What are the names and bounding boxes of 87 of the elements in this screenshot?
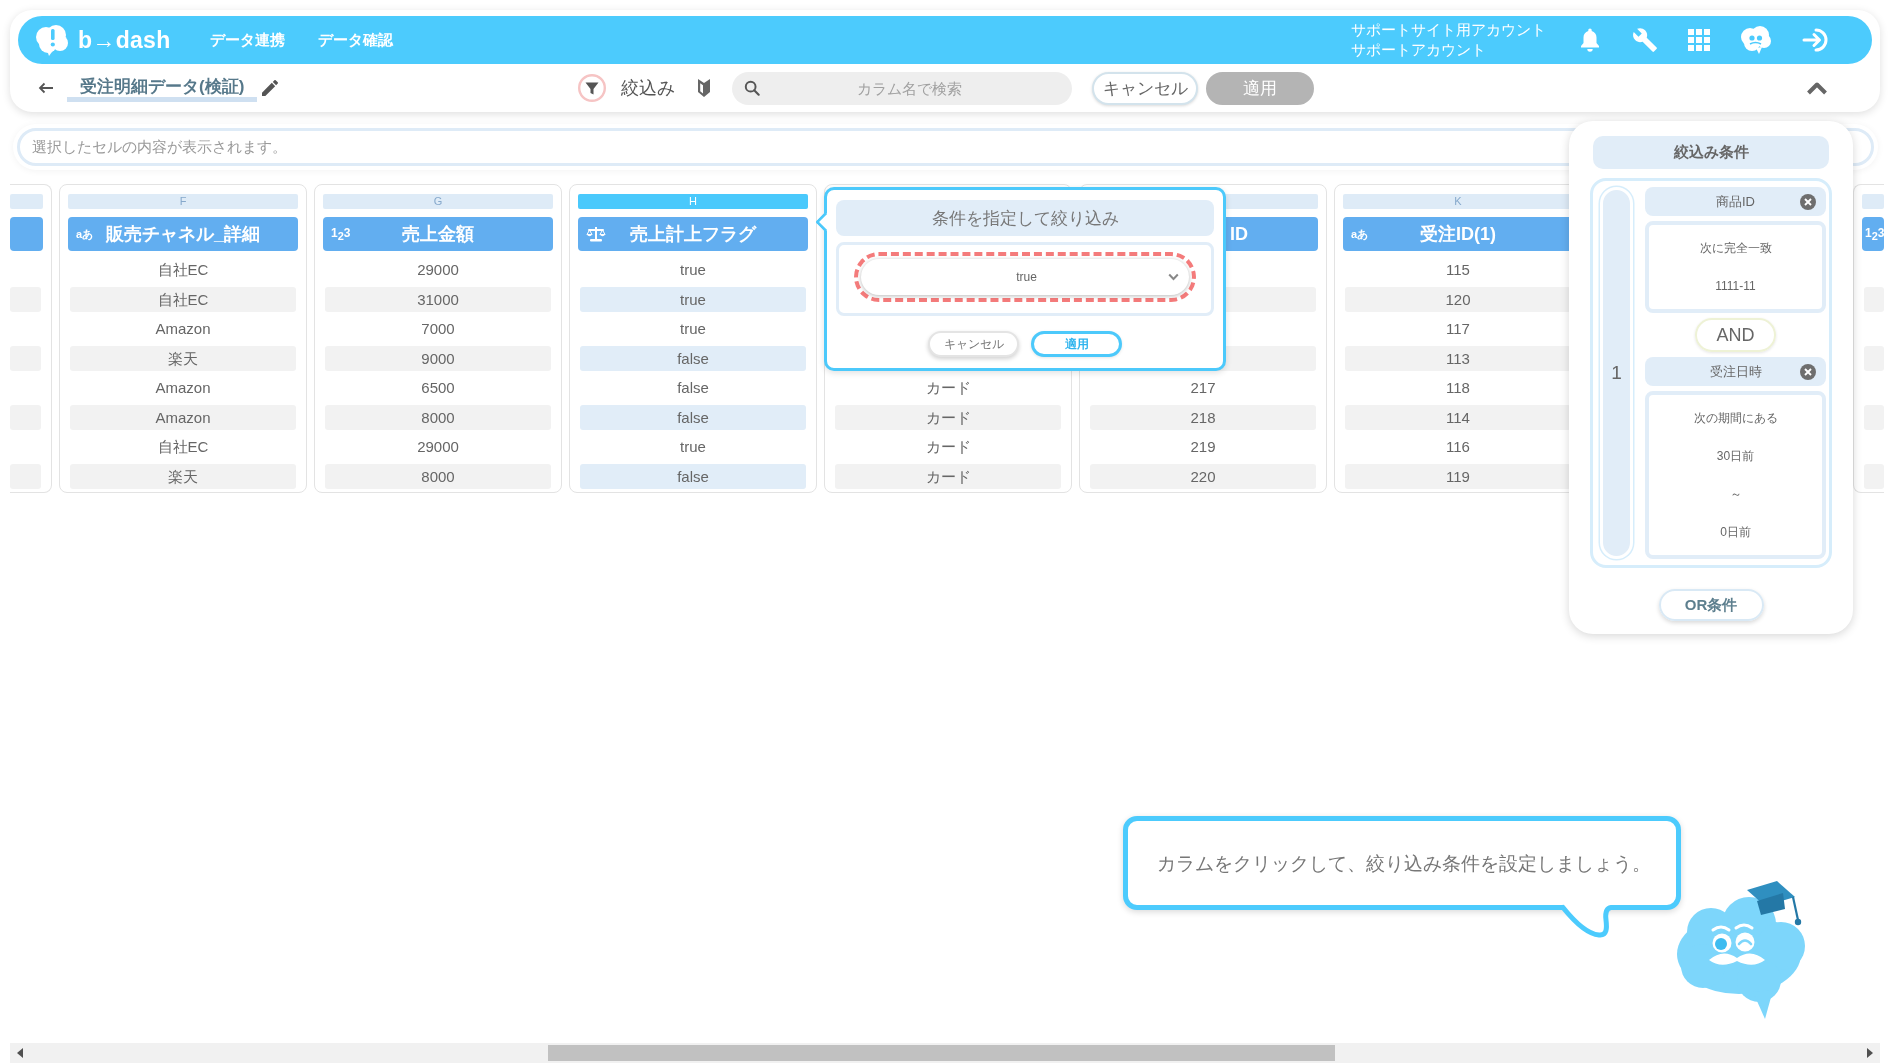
table-cell-text: 115: [1445, 260, 1471, 281]
column-letter: G: [323, 194, 553, 209]
condition-column: 受注日時: [1671, 362, 1800, 381]
filter-label: 絞込み: [621, 77, 676, 100]
search-icon: [744, 80, 761, 96]
table-cell: 31000: [325, 286, 551, 312]
scale-icon: [586, 226, 606, 242]
condition-text: ～: [1729, 486, 1742, 503]
close-icon[interactable]: [1800, 363, 1816, 380]
table-cell-text: 118: [1445, 378, 1471, 399]
table-cell-text: 217: [1189, 378, 1217, 399]
table-cell-text: 7000: [420, 319, 456, 340]
table-cell-text: 自社EC: [156, 437, 210, 458]
table-cell: 220: [1090, 463, 1316, 489]
table-cell-text: 6500: [420, 378, 456, 399]
nav-link[interactable]: データ確認: [317, 30, 393, 50]
and-connector: AND: [1695, 318, 1776, 352]
account-site-label: サポートサイト用アカウント: [1351, 21, 1546, 40]
table-cell-text: 29000: [416, 437, 460, 458]
table-cell-text: Amazon: [154, 319, 212, 340]
panel-title: 絞込み条件: [1593, 136, 1829, 169]
condition-text: 次に完全一致: [1699, 240, 1772, 257]
table-cell-text: true: [679, 319, 707, 340]
filter-icon[interactable]: [578, 74, 607, 102]
scrollbar-thumb[interactable]: [548, 1045, 1335, 1061]
type-label: aあ: [1351, 228, 1369, 240]
table-cell: false: [580, 463, 806, 489]
table-cell: true: [580, 286, 806, 312]
table-cell-text: true: [679, 260, 707, 281]
column-letter: F: [68, 194, 298, 209]
table-cell: 113: [1345, 345, 1571, 371]
table-cell: Amazon: [70, 404, 296, 430]
table-cell-text: 自社EC: [156, 260, 210, 281]
table-cell-text: true: [679, 437, 707, 458]
table-cell-text: カード: [924, 437, 972, 458]
horizontal-scrollbar[interactable]: [10, 1043, 1880, 1063]
table-cell: 8000: [325, 463, 551, 489]
group-number: 1: [1600, 187, 1633, 559]
table-cell: 自社EC: [70, 286, 296, 312]
table-cell: 楽天: [70, 345, 296, 371]
condition-text: 0日前: [1720, 524, 1751, 541]
table-cell-text: 29000: [416, 260, 460, 281]
table-cell: 120: [1345, 286, 1571, 312]
cancel-button[interactable]: キャンセル: [928, 331, 1019, 357]
table-cell: カード: [835, 404, 1061, 430]
nav-link[interactable]: データ連携: [209, 30, 285, 50]
column-header[interactable]: aあ 販売チャネル_詳細: [68, 217, 298, 251]
table-cell-text: カード: [924, 378, 972, 399]
chevron-up-icon[interactable]: [1806, 81, 1828, 95]
cancel-button[interactable]: キャンセル: [1092, 71, 1199, 105]
table-cell: 楽天: [70, 463, 296, 489]
or-condition-button[interactable]: OR条件: [1658, 589, 1764, 621]
condition-column: 商品ID: [1671, 192, 1800, 211]
apply-button[interactable]: 適用: [1031, 331, 1122, 357]
table-cell: 8000: [325, 404, 551, 430]
shield-icon[interactable]: [697, 78, 712, 98]
table-cell-text: 116: [1445, 437, 1471, 458]
type-label: aあ: [76, 228, 94, 240]
table-cell: カード: [835, 463, 1061, 489]
popup-title: 条件を指定して絞り込み: [836, 200, 1214, 236]
account-name: サポートアカウント: [1351, 41, 1487, 60]
table-cell-text: false: [676, 378, 710, 399]
table-cell-text: Amazon: [154, 378, 212, 399]
table-cell: 218: [1090, 404, 1316, 430]
condition-text: 次の期間にある: [1693, 410, 1778, 427]
table-cell: 119: [1345, 463, 1571, 489]
page-title: 受注明細データ(検証): [67, 74, 258, 102]
column-letter: H: [578, 194, 808, 209]
table-cell: false: [580, 345, 806, 371]
table-cell: false: [580, 404, 806, 430]
close-icon[interactable]: [1800, 193, 1816, 210]
brand-logo-text: b→dash: [78, 26, 171, 54]
column-header[interactable]: 売上計上フラグ: [578, 217, 808, 251]
condition-text: 1111-11: [1715, 278, 1756, 295]
search-field[interactable]: カラム名で検索: [732, 71, 1073, 105]
table-cell-text: 219: [1189, 437, 1217, 458]
table-cell-text: 117: [1445, 319, 1471, 340]
table-cell: 9000: [325, 345, 551, 371]
table-cell: 114: [1345, 404, 1571, 430]
pencil-icon[interactable]: [262, 80, 279, 96]
condition-text: 30日前: [1716, 448, 1755, 465]
back-arrow-icon[interactable]: [38, 82, 54, 94]
tutorial-message: カラムをクリックして、絞り込み条件を設定しましょう。: [1157, 851, 1651, 876]
value-select[interactable]: true: [861, 259, 1189, 295]
scroll-right-icon[interactable]: [1867, 1048, 1873, 1058]
chevron-down-icon: [1168, 273, 1179, 281]
scroll-left-icon[interactable]: [17, 1048, 23, 1058]
